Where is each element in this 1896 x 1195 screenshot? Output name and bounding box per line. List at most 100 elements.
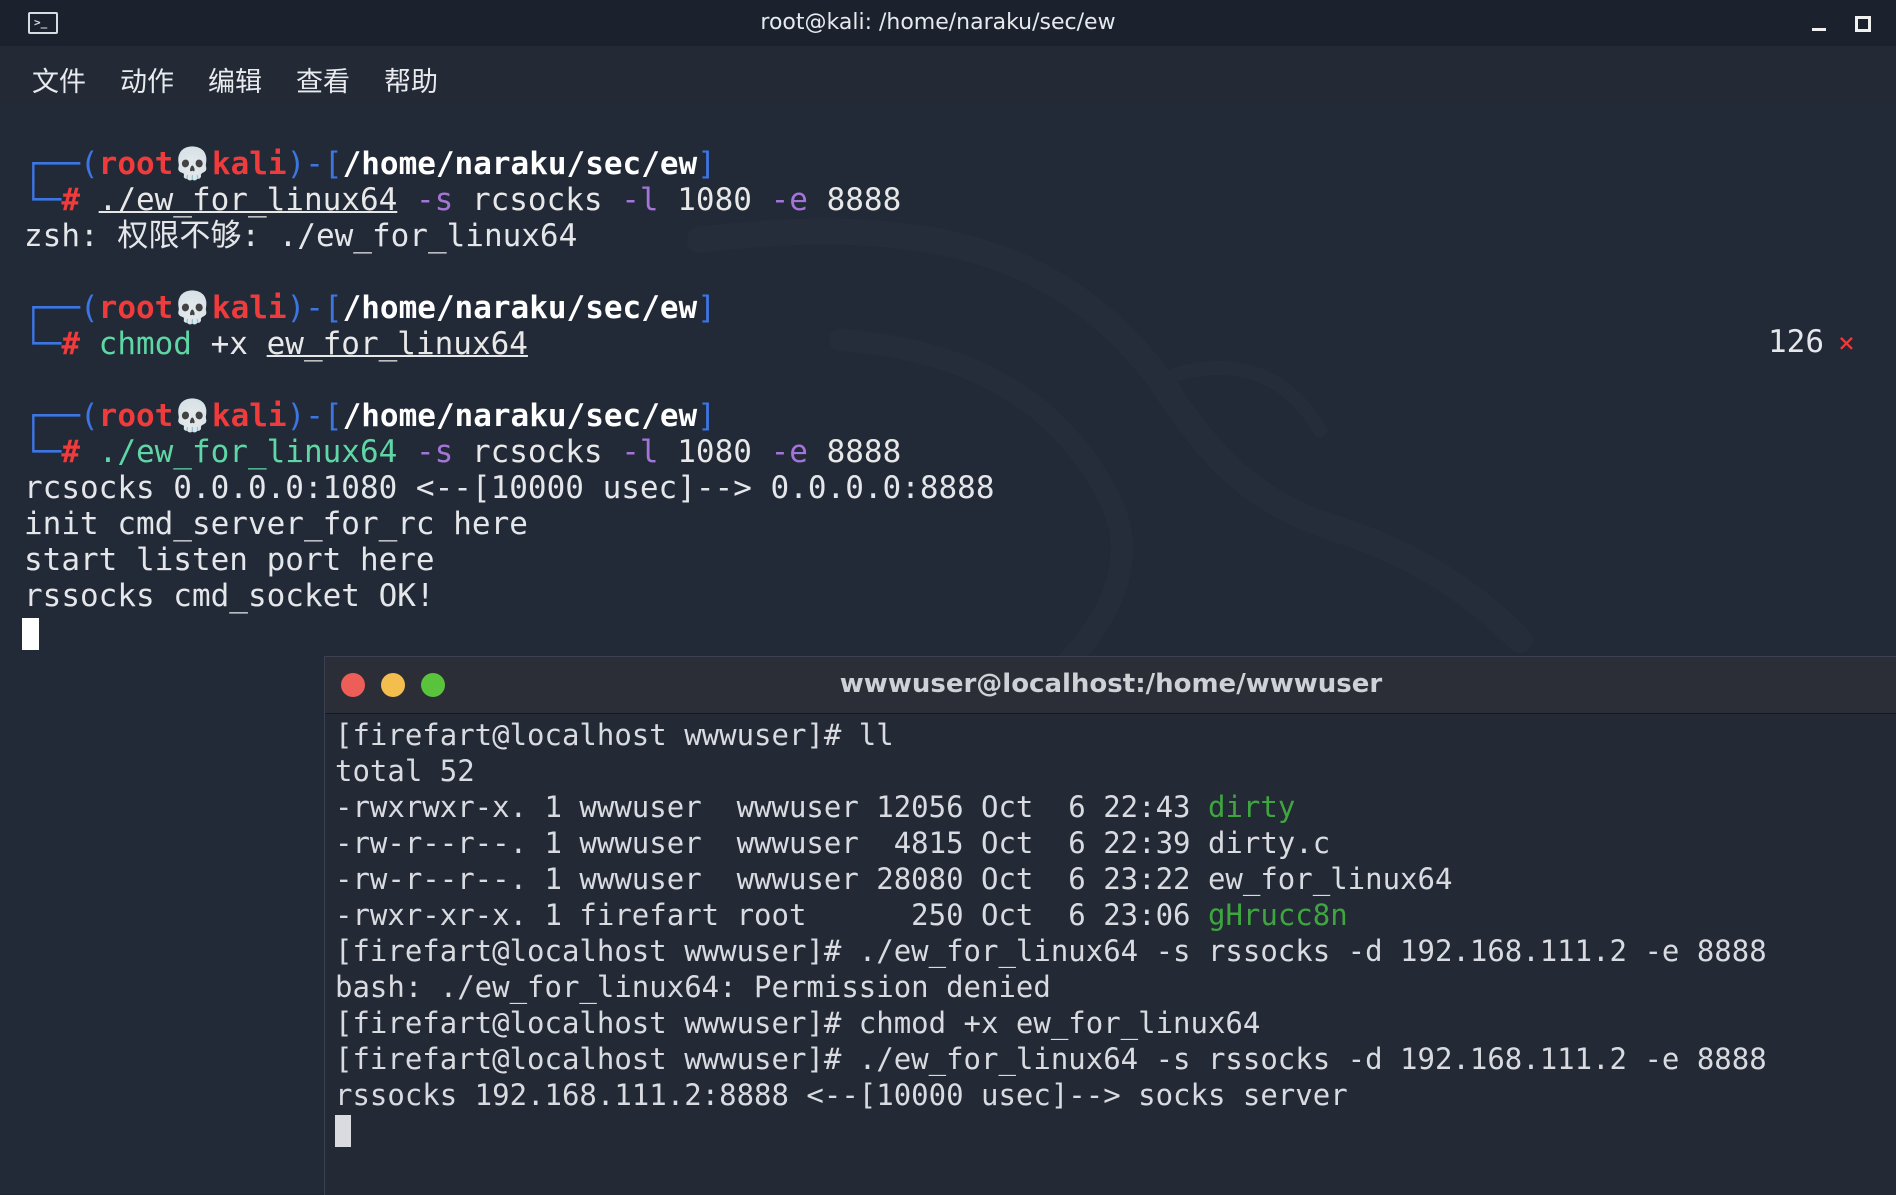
prompt-bracket: ] [697,146,716,182]
command-token: ew_for_linux64 [266,326,528,362]
prompt-hash: # [61,434,99,470]
prompt-host: kali [211,290,287,326]
prompt-bracket: )-[ [286,398,343,434]
prompt-host: kali [211,146,287,182]
command-token: 1080 [658,434,752,470]
command-token: -e [751,434,808,470]
menu-edit[interactable]: 编辑 [208,60,262,99]
output-line: start listen port here [24,542,435,578]
output-line: bash: ./ew_for_linux64: Permission denie… [335,969,1767,1005]
prompt-host: kali [211,398,287,434]
output-line: -rwxr-xr-x. 1 firefart root 250 Oct 6 23… [335,897,1767,933]
prompt-line: ┌──(root💀kali)-[/home/naraku/sec/ew] [24,398,995,434]
output-line: -rwxrwxr-x. 1 wwwuser wwwuser 12056 Oct … [335,789,1767,825]
mac-terminal-output[interactable]: [firefart@localhost wwwuser]# ll total 52… [335,717,1767,1113]
kali-text-cursor [22,618,39,650]
output-line: zsh: 权限不够: ./ew_for_linux64 [24,218,578,254]
prompt-corner: └─ [24,182,62,218]
maximize-icon[interactable] [1852,13,1872,33]
prompt-bracket: ┌──( [24,146,99,182]
command-token: 8888 [807,182,902,218]
output-line: [firefart@localhost wwwuser]# ll [335,717,1767,753]
output-line: total 52 [335,753,1767,789]
prompt-user: root [98,146,174,182]
command-line: └─# ./ew_for_linux64 -s rcsocks -l 1080 … [24,182,995,218]
prompt-bracket: )-[ [286,146,343,182]
prompt-corner: └─ [24,326,62,362]
output-line: rcsocks 0.0.0.0:1080 <--[10000 usec]--> … [24,470,995,506]
output-segment: [firefart@localhost wwwuser]# ./ew_for_l… [335,1042,1767,1076]
command-token: -s [397,434,454,470]
kali-window-title: root@kali: /home/naraku/sec/ew [760,10,1116,35]
kali-menubar: 文件 动作 编辑 查看 帮助 [0,46,1896,102]
output-line: rssocks cmd_socket OK! [24,578,435,614]
command-token: -l [602,434,659,470]
command-token: 8888 [807,434,902,470]
minimize-icon[interactable] [1808,12,1830,34]
prompt-path: /home/naraku/sec/ew [342,398,698,434]
kali-terminal-output[interactable]: ┌──(root💀kali)-[/home/naraku/sec/ew] └─# … [24,146,995,614]
output-segment: [firefart@localhost wwwuser]# ll [335,718,894,752]
output-segment: bash: ./ew_for_linux64: Permission denie… [335,970,1051,1004]
output-segment: -rw-r--r--. 1 wwwuser wwwuser 28080 Oct … [335,862,1453,896]
command-token: -s [397,182,454,218]
output-segment: rssocks 192.168.111.2:8888 <--[10000 use… [335,1078,1348,1112]
command-token: ./ew_for_linux64 [98,182,398,218]
output-line: [firefart@localhost wwwuser]# chmod +x e… [335,1005,1767,1041]
output-segment: -rw-r--r--. 1 wwwuser wwwuser 4815 Oct 6… [335,826,1331,860]
menu-help[interactable]: 帮助 [384,60,438,99]
output-segment: -rwxr-xr-x. 1 firefart root 250 Oct 6 23… [335,898,1208,932]
output-segment: gHrucc8n [1207,898,1348,932]
menu-action[interactable]: 动作 [120,60,174,99]
skull-icon: 💀 [173,290,212,326]
exit-code: 126 [1768,324,1824,360]
output-segment: [firefart@localhost wwwuser]# ./ew_for_l… [335,934,1767,968]
prompt-path: /home/naraku/sec/ew [342,146,698,182]
command-token: +x [191,326,267,362]
command-line: └─# chmod +x ew_for_linux64 [24,326,995,362]
command-token: -l [602,182,659,218]
output-line: [firefart@localhost wwwuser]# ./ew_for_l… [335,1041,1767,1077]
output-line: -rw-r--r--. 1 wwwuser wwwuser 4815 Oct 6… [335,825,1767,861]
prompt-hash: # [61,182,99,218]
command-token: chmod [98,326,192,362]
mac-text-cursor [335,1115,351,1147]
menu-view[interactable]: 查看 [296,60,350,99]
output-segment: -rwxrwxr-x. 1 wwwuser wwwuser 12056 Oct … [335,790,1208,824]
command-token: -e [751,182,808,218]
prompt-corner: └─ [24,434,62,470]
prompt-path: /home/naraku/sec/ew [342,290,698,326]
kali-titlebar[interactable]: >_ root@kali: /home/naraku/sec/ew [0,0,1896,46]
prompt-line: ┌──(root💀kali)-[/home/naraku/sec/ew] [24,146,995,182]
output-segment: dirty [1207,790,1296,824]
prompt-bracket: ] [697,398,716,434]
output-line: -rw-r--r--. 1 wwwuser wwwuser 28080 Oct … [335,861,1767,897]
command-token: 1080 [658,182,752,218]
command-line: └─# ./ew_for_linux64 -s rcsocks -l 1080 … [24,434,995,470]
prompt-bracket: ┌──( [24,290,99,326]
output-segment: total 52 [335,754,475,788]
prompt-user: root [98,398,174,434]
prompt-bracket: ] [697,290,716,326]
exit-status: 126 × [1768,324,1855,360]
command-token: rcsocks [453,434,603,470]
mac-titlebar[interactable]: wwwuser@localhost:/home/wwwuser [325,657,1896,714]
prompt-bracket: )-[ [286,290,343,326]
prompt-bracket: ┌──( [24,398,99,434]
prompt-line: ┌──(root💀kali)-[/home/naraku/sec/ew] [24,290,995,326]
error-x-icon: × [1838,326,1855,359]
output-line: [firefart@localhost wwwuser]# ./ew_for_l… [335,933,1767,969]
command-token: rcsocks [453,182,603,218]
menu-file[interactable]: 文件 [32,60,86,99]
prompt-user: root [98,290,174,326]
mac-window-title: wwwuser@localhost:/home/wwwuser [839,669,1383,699]
output-segment: [firefart@localhost wwwuser]# chmod +x e… [335,1006,1261,1040]
prompt-hash: # [61,326,99,362]
skull-icon: 💀 [173,398,212,434]
output-line: init cmd_server_for_rc here [24,506,528,542]
skull-icon: 💀 [173,146,212,182]
mac-terminal-window: wwwuser@localhost:/home/wwwuser [firefar… [324,656,1896,1195]
output-line: rssocks 192.168.111.2:8888 <--[10000 use… [335,1077,1767,1113]
